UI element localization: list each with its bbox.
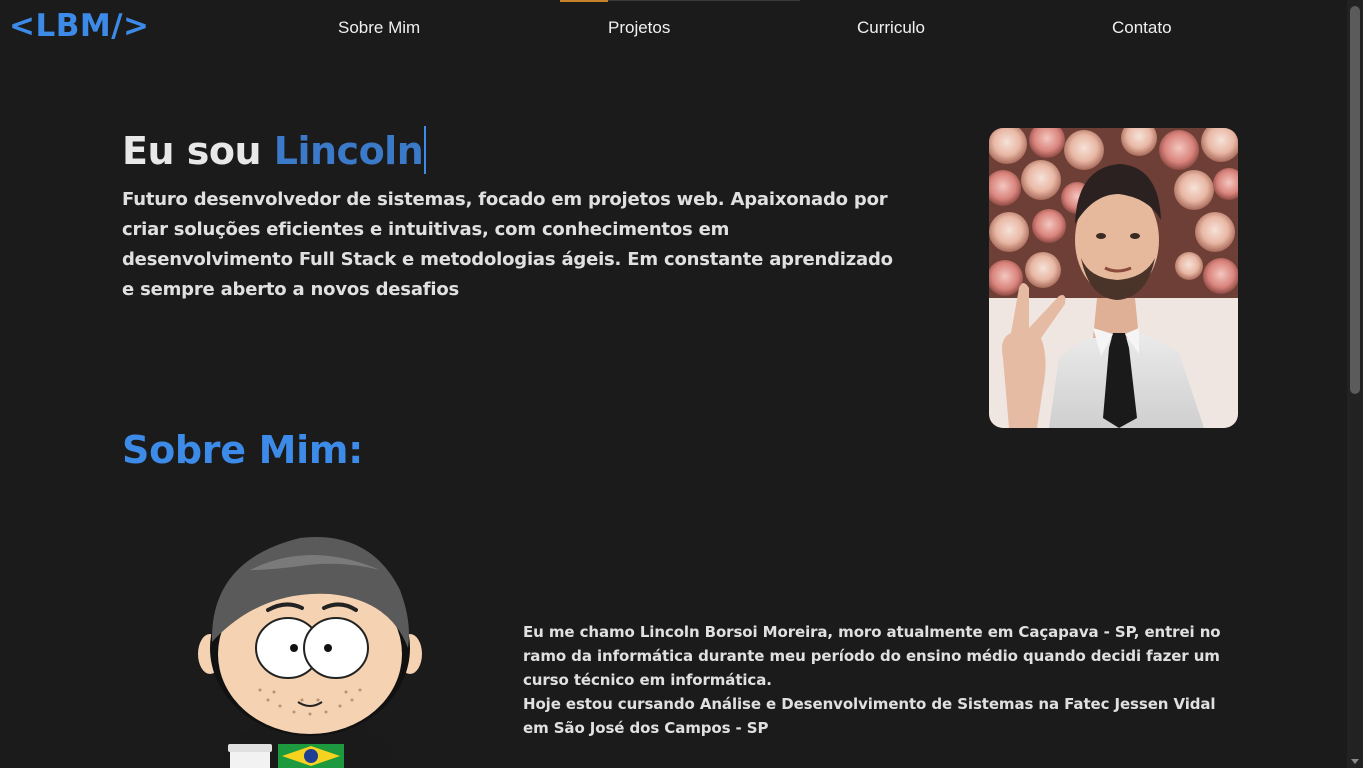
profile-photo-image — [989, 128, 1238, 428]
cartoon-avatar-drawing — [198, 537, 422, 768]
about-paragraph-2: Hoje estou cursando Análise e Desenvolvi… — [523, 695, 1216, 737]
section-title-sobre-mim: Sobre Mim: — [122, 428, 364, 472]
hero-name: Lincoln — [273, 129, 424, 173]
scrollbar-thumb[interactable] — [1350, 6, 1360, 394]
site-header: <LBM/> Sobre Mim Projetos Curriculo Cont… — [0, 0, 1347, 60]
nav-item-sobre-mim[interactable]: Sobre Mim — [338, 18, 420, 38]
scroll-down-arrow-icon[interactable] — [1351, 759, 1359, 764]
hero-title: Eu sou Lincoln — [122, 126, 427, 174]
nav-item-curriculo[interactable]: Curriculo — [857, 18, 925, 38]
nav-active-indicator — [560, 0, 608, 2]
nav-indicator-track — [608, 0, 800, 1]
typing-caret — [424, 126, 427, 174]
nav-item-projetos[interactable]: Projetos — [608, 18, 670, 38]
portfolio-page: <LBM/> Sobre Mim Projetos Curriculo Cont… — [0, 0, 1363, 768]
nav-item-contato[interactable]: Contato — [1112, 18, 1172, 38]
about-description: Eu me chamo Lincoln Borsoi Moreira, moro… — [523, 620, 1243, 740]
page-scrollbar[interactable] — [1347, 0, 1363, 768]
about-paragraph-1: Eu me chamo Lincoln Borsoi Moreira, moro… — [523, 623, 1221, 689]
profile-photo — [989, 128, 1238, 428]
hero-greeting: Eu sou — [122, 129, 274, 173]
hero-description: Futuro desenvolvedor de sistemas, focado… — [122, 189, 893, 300]
site-logo[interactable]: <LBM/> — [9, 8, 150, 44]
cartoon-avatar-image — [190, 530, 430, 768]
